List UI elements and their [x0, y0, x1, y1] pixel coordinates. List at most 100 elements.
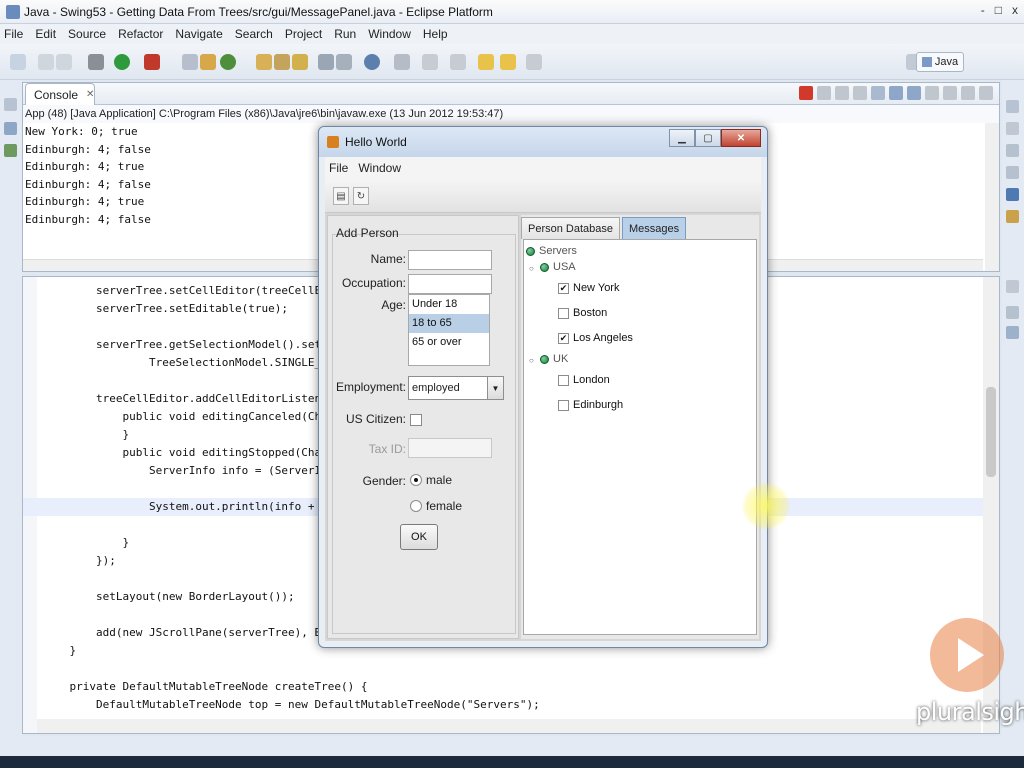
outline-lower-icon[interactable] [1006, 306, 1019, 319]
close-tab-icon[interactable]: ✕ [86, 89, 94, 100]
hw-minimize-button[interactable]: ▁ [669, 129, 695, 147]
new-java-project-icon[interactable] [182, 54, 198, 70]
age-option-selected[interactable]: 18 to 65 [409, 314, 489, 333]
forward-icon[interactable] [500, 54, 516, 70]
chevron-down-icon[interactable]: ▼ [487, 377, 503, 399]
run-icon[interactable] [114, 54, 130, 70]
java-perspective-button[interactable]: Java [916, 52, 964, 72]
code-line[interactable]: private DefaultMutableTreeNode createTre… [23, 678, 983, 696]
save-toolbar-icon[interactable]: ▤ [333, 187, 349, 205]
tab-person-database[interactable]: Person Database [521, 217, 620, 239]
clear-console-icon[interactable] [853, 86, 867, 100]
editor-scroll-thumb[interactable] [986, 387, 996, 477]
hw-menu-window[interactable]: Window [358, 161, 401, 175]
minimize-button[interactable]: - [981, 3, 985, 17]
console-vertical-scrollbar[interactable] [985, 123, 999, 271]
maximize-view-icon[interactable] [979, 86, 993, 100]
close-button[interactable]: x [1012, 3, 1018, 17]
menu-search[interactable]: Search [235, 27, 273, 41]
employment-combo[interactable]: employed ▼ [408, 376, 504, 400]
menu-run[interactable]: Run [334, 27, 356, 41]
open-task-icon[interactable] [274, 54, 290, 70]
edinburgh-checkbox[interactable] [558, 399, 569, 411]
outline-icon[interactable] [1006, 144, 1019, 157]
menu-source[interactable]: Source [68, 27, 106, 41]
hw-maximize-button[interactable]: ▢ [695, 129, 721, 147]
gender-female-label[interactable]: female [426, 499, 462, 513]
us-citizen-checkbox[interactable] [410, 414, 422, 426]
refresh-toolbar-icon[interactable]: ↻ [353, 187, 369, 205]
tree-leaf-boston[interactable]: Boston [558, 304, 607, 322]
open-console-icon[interactable] [943, 86, 957, 100]
display-console-icon[interactable] [925, 86, 939, 100]
code-line[interactable] [23, 660, 983, 678]
menu-edit[interactable]: Edit [35, 27, 56, 41]
list-lower-icon[interactable] [1006, 326, 1019, 339]
console-trim-icon[interactable] [1006, 188, 1019, 201]
toggle-mark-icon[interactable] [394, 54, 410, 70]
menu-refactor[interactable]: Refactor [118, 27, 163, 41]
age-option[interactable]: 65 or over [409, 333, 489, 352]
menu-file[interactable]: File [4, 27, 23, 41]
restore-right-icon[interactable] [1006, 100, 1019, 113]
pin-icon[interactable] [422, 54, 438, 70]
tree-group-uk[interactable]: UK [540, 350, 568, 368]
search-view-icon[interactable] [1006, 210, 1019, 223]
back-icon[interactable] [478, 54, 494, 70]
pin-console-icon[interactable] [907, 86, 921, 100]
restore-lower-icon[interactable] [1006, 280, 1019, 293]
collapse-handle-icon[interactable]: ○ [529, 264, 534, 273]
menu-window[interactable]: Window [368, 27, 411, 41]
ok-button[interactable]: OK [400, 524, 438, 550]
menu-help[interactable]: Help [423, 27, 448, 41]
occupation-field[interactable] [408, 274, 492, 294]
tab-messages[interactable]: Messages [622, 217, 687, 239]
word-wrap-icon[interactable] [889, 86, 903, 100]
age-option[interactable]: Under 18 [409, 295, 489, 314]
collapse-handle-icon[interactable]: ○ [529, 356, 534, 365]
tree-leaf-new-york[interactable]: ✔ New York [558, 279, 619, 297]
open-type-icon[interactable] [256, 54, 272, 70]
globe-icon[interactable] [364, 54, 380, 70]
code-line[interactable]: DefaultMutableTreeNode top = new Default… [23, 696, 983, 714]
remove-launch-icon[interactable] [817, 86, 831, 100]
scroll-lock-icon[interactable] [871, 86, 885, 100]
debug-icon[interactable] [88, 54, 104, 70]
terminate-icon[interactable] [799, 86, 813, 100]
next-annotation-icon[interactable] [336, 54, 352, 70]
boston-checkbox[interactable] [558, 307, 569, 319]
los-angeles-checkbox[interactable]: ✔ [558, 332, 569, 344]
hw-menu-file[interactable]: File [329, 161, 348, 175]
restore-icon[interactable] [4, 98, 17, 111]
external-tools-icon[interactable] [144, 54, 160, 70]
london-checkbox[interactable] [558, 374, 569, 386]
task-list-icon[interactable] [1006, 122, 1019, 135]
new-icon[interactable] [10, 54, 26, 70]
server-tree[interactable]: Servers ○ USA ✔ New York Boston ✔ Los An… [523, 239, 790, 635]
tree-leaf-edinburgh[interactable]: Edinburgh [558, 396, 623, 414]
save-icon[interactable] [38, 54, 54, 70]
tree-leaf-london[interactable]: London [558, 371, 610, 389]
tree-group-usa[interactable]: USA [540, 258, 576, 276]
maximize-button[interactable]: □ [995, 3, 1002, 17]
age-list[interactable]: Under 18 18 to 65 65 or over [408, 294, 490, 366]
gender-male-label[interactable]: male [426, 473, 452, 487]
problems-icon[interactable] [1006, 166, 1019, 179]
new-package-icon[interactable] [200, 54, 216, 70]
console-tab[interactable]: Console ✕ [25, 83, 95, 105]
tax-id-field[interactable] [408, 438, 492, 458]
gender-male-radio[interactable] [410, 474, 422, 486]
new-york-checkbox[interactable]: ✔ [558, 282, 569, 294]
tree-leaf-los-angeles[interactable]: ✔ Los Angeles [558, 329, 633, 347]
editor-horizontal-scrollbar[interactable] [37, 719, 981, 733]
save-all-icon[interactable] [56, 54, 72, 70]
menu-navigate[interactable]: Navigate [175, 27, 222, 41]
new-class-icon[interactable] [220, 54, 236, 70]
name-field[interactable] [408, 250, 492, 270]
annotation-icon[interactable] [318, 54, 334, 70]
hw-close-button[interactable]: ✕ [721, 129, 761, 147]
menu-project[interactable]: Project [285, 27, 322, 41]
package-explorer-icon[interactable] [4, 122, 17, 135]
search-icon[interactable] [292, 54, 308, 70]
gender-female-radio[interactable] [410, 500, 422, 512]
